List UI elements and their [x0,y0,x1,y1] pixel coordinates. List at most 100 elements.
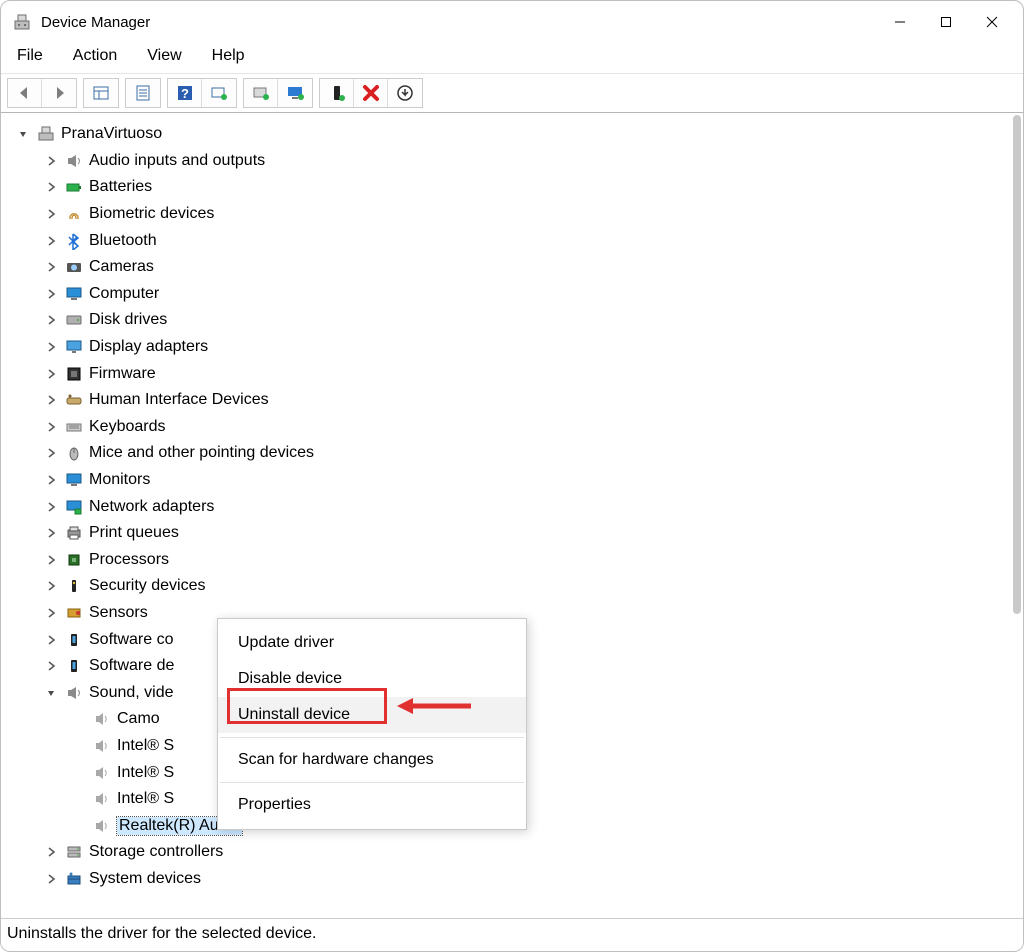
chevron-right-icon[interactable] [43,419,59,435]
context-menu-item[interactable]: Disable device [218,661,526,697]
menu-view[interactable]: View [143,45,185,67]
tree-category[interactable]: Storage controllers [15,839,1023,866]
chevron-right-icon[interactable] [43,392,59,408]
device-manager-window: Device Manager File Action View Help ? [0,0,1024,952]
chevron-right-icon[interactable] [43,844,59,860]
tree-root[interactable]: PranaVirtuoso [15,121,1023,148]
chevron-right-icon[interactable] [43,552,59,568]
window-title: Device Manager [41,14,150,31]
chevron-right-icon [71,711,87,727]
context-menu-item[interactable]: Properties [218,787,526,823]
chevron-right-icon[interactable] [43,206,59,222]
chevron-down-icon[interactable] [15,126,31,142]
close-button[interactable] [969,6,1015,38]
scan-hardware-button[interactable] [202,79,236,107]
chevron-right-icon[interactable] [43,525,59,541]
chevron-right-icon[interactable] [43,632,59,648]
tree-item-label: Firmware [89,365,156,383]
app-icon [13,13,31,31]
menu-help[interactable]: Help [208,45,249,67]
update-driver-button[interactable] [244,79,278,107]
speaker-icon [65,152,83,170]
tree-category[interactable]: Mice and other pointing devices [15,440,1023,467]
tree-item-label: Software co [89,631,173,649]
minimize-button[interactable] [877,6,923,38]
chevron-right-icon[interactable] [43,259,59,275]
tree-category[interactable]: Security devices [15,573,1023,600]
chevron-right-icon[interactable] [43,472,59,488]
audio-device-icon [93,710,111,728]
forward-button[interactable] [42,79,76,107]
audio-device-icon [93,817,111,835]
chevron-right-icon[interactable] [43,153,59,169]
context-menu-item[interactable]: Scan for hardware changes [218,742,526,778]
hid-icon [65,391,83,409]
menu-action[interactable]: Action [69,45,121,67]
tree-item-label: Storage controllers [89,843,223,861]
tree-category[interactable]: Monitors [15,467,1023,494]
tree-category[interactable]: Display adapters [15,334,1023,361]
tree-category[interactable]: Keyboards [15,414,1023,441]
chevron-right-icon[interactable] [43,578,59,594]
tree-category[interactable]: Disk drives [15,307,1023,334]
tree-item-label: Intel® S [117,764,174,782]
tree-category[interactable]: Batteries [15,174,1023,201]
tree-category[interactable]: Audio inputs and outputs [15,148,1023,175]
keyboard-icon [65,418,83,436]
printer-icon [65,524,83,542]
chevron-right-icon [71,791,87,807]
chevron-right-icon [71,765,87,781]
back-button[interactable] [8,79,42,107]
tree-item-label: Mice and other pointing devices [89,444,314,462]
chevron-right-icon[interactable] [43,339,59,355]
tree-item-label: Intel® S [117,790,174,808]
chevron-right-icon[interactable] [43,366,59,382]
tree-category[interactable]: Computer [15,281,1023,308]
tree-category[interactable]: System devices [15,866,1023,893]
help-button[interactable]: ? [168,79,202,107]
chevron-right-icon[interactable] [43,658,59,674]
chevron-right-icon[interactable] [43,871,59,887]
chevron-right-icon[interactable] [43,445,59,461]
tree-item-label: PranaVirtuoso [61,125,162,143]
tree-category[interactable]: Print queues [15,520,1023,547]
tree-category[interactable]: Network adapters [15,493,1023,520]
tree-item-label: Software de [89,657,174,675]
tree-category[interactable]: Cameras [15,254,1023,281]
tree-category[interactable]: Biometric devices [15,201,1023,228]
tree-item-label: Intel® S [117,737,174,755]
vertical-scrollbar[interactable] [1013,115,1021,614]
tree-item-label: Human Interface Devices [89,391,269,409]
disable-device-button[interactable] [388,79,422,107]
status-bar: Uninstalls the driver for the selected d… [1,918,1023,951]
enable-device-button[interactable] [320,79,354,107]
chevron-right-icon[interactable] [43,499,59,515]
context-menu-separator [220,782,524,783]
menu-file[interactable]: File [13,45,47,67]
chevron-right-icon[interactable] [43,233,59,249]
disk-icon [65,311,83,329]
chevron-right-icon[interactable] [43,179,59,195]
uninstall-device-button[interactable] [354,79,388,107]
chevron-right-icon[interactable] [43,286,59,302]
tree-category[interactable]: Processors [15,547,1023,574]
chevron-right-icon[interactable] [43,312,59,328]
properties-button[interactable] [126,79,160,107]
audio-device-icon [93,790,111,808]
status-text: Uninstalls the driver for the selected d… [7,925,316,942]
battery-icon [65,178,83,196]
chevron-right-icon[interactable] [43,605,59,621]
toolbar: ? [1,74,1023,113]
tree-item-label: System devices [89,870,201,888]
show-hide-tree-button[interactable] [84,79,118,107]
maximize-button[interactable] [923,6,969,38]
tree-category[interactable]: Bluetooth [15,227,1023,254]
monitor-action-button[interactable] [278,79,312,107]
context-menu-item[interactable]: Update driver [218,625,526,661]
context-menu-item[interactable]: Uninstall device [218,697,526,733]
menubar: File Action View Help [1,43,1023,74]
chevron-down-icon[interactable] [43,685,59,701]
tree-category[interactable]: Human Interface Devices [15,387,1023,414]
audio-device-icon [93,737,111,755]
tree-category[interactable]: Firmware [15,360,1023,387]
